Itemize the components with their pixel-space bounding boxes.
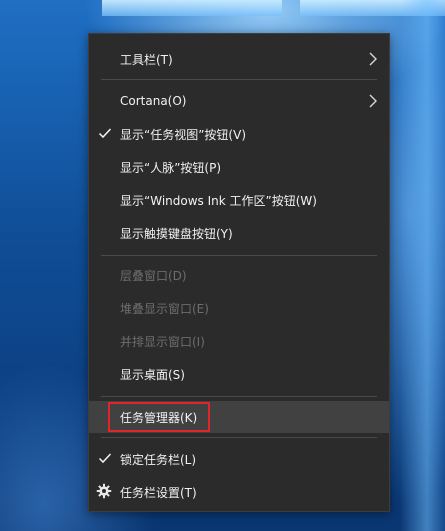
- menu-item-label: 任务管理器(K): [120, 410, 198, 425]
- menu-item-show-windows-ink-button[interactable]: 显示“Windows Ink 工作区”按钮(W): [89, 184, 389, 216]
- wallpaper-window-pane: [102, 0, 282, 16]
- menu-item-show-touch-keyboard-button[interactable]: 显示触摸键盘按钮(Y): [89, 217, 389, 249]
- checkmark-icon: [98, 453, 112, 464]
- menu-item-cortana[interactable]: Cortana(O): [89, 85, 389, 117]
- menu-item-label: 任务栏设置(T): [120, 485, 197, 500]
- menu-item-taskbar-settings[interactable]: 任务栏设置(T): [89, 476, 389, 508]
- menu-item-label: 显示“人脉”按钮(P): [120, 160, 222, 175]
- wallpaper-light-beam: [400, 0, 445, 531]
- menu-item-task-manager[interactable]: 任务管理器(K): [89, 401, 389, 433]
- chevron-right-icon: [369, 52, 377, 66]
- menu-item-label: 堆叠显示窗口(E): [120, 301, 209, 316]
- checkmark-icon: [98, 128, 112, 139]
- chevron-right-icon: [369, 94, 377, 108]
- taskbar-context-menu: 工具栏(T) Cortana(O) 显示“任务视图”按钮(V) 显示“人脉”按钮…: [88, 33, 390, 512]
- menu-item-label: 并排显示窗口(I): [120, 334, 205, 349]
- menu-item-show-people-button[interactable]: 显示“人脉”按钮(P): [89, 151, 389, 183]
- menu-separator: [101, 437, 377, 438]
- gear-icon: [96, 483, 112, 499]
- menu-item-show-desktop[interactable]: 显示桌面(S): [89, 358, 389, 390]
- menu-item-lock-taskbar[interactable]: 锁定任务栏(L): [89, 443, 389, 475]
- menu-item-label: Cortana(O): [120, 94, 187, 108]
- menu-item-label: 层叠窗口(D): [120, 268, 187, 283]
- menu-separator: [101, 396, 377, 397]
- menu-item-toolbars[interactable]: 工具栏(T): [89, 43, 389, 75]
- menu-item-show-windows-stacked: 堆叠显示窗口(E): [89, 292, 389, 324]
- menu-item-label: 显示“任务视图”按钮(V): [120, 127, 247, 142]
- menu-item-label: 显示“Windows Ink 工作区”按钮(W): [120, 193, 317, 208]
- menu-item-label: 显示桌面(S): [120, 367, 185, 382]
- menu-item-show-task-view-button[interactable]: 显示“任务视图”按钮(V): [89, 118, 389, 150]
- menu-item-label: 显示触摸键盘按钮(Y): [120, 226, 233, 241]
- menu-item-show-windows-side-by-side: 并排显示窗口(I): [89, 325, 389, 357]
- menu-item-cascade-windows: 层叠窗口(D): [89, 259, 389, 291]
- menu-separator: [101, 79, 377, 80]
- menu-item-label: 工具栏(T): [120, 52, 173, 67]
- menu-item-label: 锁定任务栏(L): [120, 452, 197, 467]
- menu-separator: [101, 255, 377, 256]
